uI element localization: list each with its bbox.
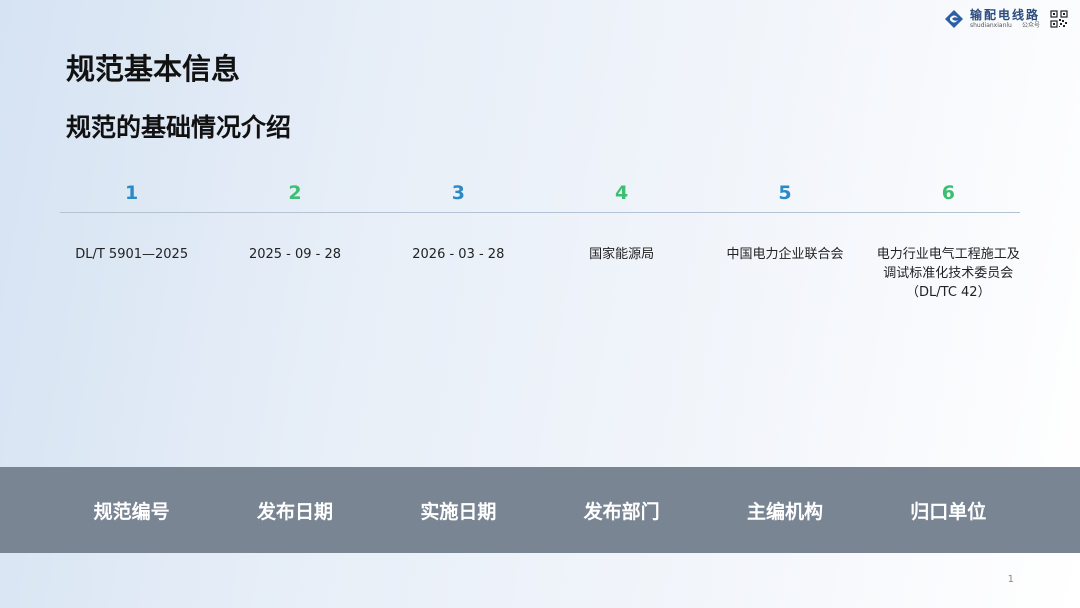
qr-code-icon	[1050, 10, 1068, 28]
step-numbers-row: 1 2 3 4 5 6	[50, 180, 1030, 206]
logo-name: 输配电线路	[969, 8, 1040, 22]
responsible-committee-value: 电力行业电气工程施工及调试标准化技术委员会（DL/TC 42）	[876, 247, 1020, 300]
logo-subtitle: shudianxianlu	[969, 22, 1012, 29]
publish-date-value: 2025 - 09 - 28	[248, 247, 342, 262]
page-subtitle: 规范的基础情况介绍	[66, 113, 292, 142]
issuing-department-value: 国家能源局	[589, 247, 655, 262]
effective-date-label: 实施日期	[420, 500, 497, 523]
step-number: 6	[941, 182, 955, 204]
step-number: 5	[778, 182, 792, 204]
divider-line	[60, 212, 1020, 213]
step-number: 4	[615, 182, 629, 204]
logo-tag: 公众号	[1021, 22, 1040, 29]
issuing-department-label: 发布部门	[583, 500, 660, 523]
page-title: 规范基本信息	[66, 52, 241, 86]
step-number: 2	[288, 182, 302, 204]
info-labels-row: 规范编号 发布日期 实施日期 发布部门 主编机构 归口单位	[50, 467, 1030, 553]
publish-date-label: 发布日期	[256, 500, 333, 523]
responsible-committee-label: 归口单位	[910, 500, 987, 523]
page-number: 1	[1007, 574, 1014, 585]
effective-date-value: 2026 - 03 - 28	[412, 247, 505, 262]
step-number: 3	[451, 182, 465, 204]
step-number: 1	[125, 182, 139, 204]
standard-number-value: DL/T 5901—2025	[75, 247, 189, 262]
editing-organization-label: 主编机构	[746, 500, 823, 523]
info-values-row: DL/T 5901—2025 2025 - 09 - 28 2026 - 03 …	[50, 245, 1030, 302]
brand-logo: 输配电线路 shudianxianlu 公众号	[944, 9, 1068, 29]
standard-number-label: 规范编号	[93, 500, 170, 523]
logo-mark-icon	[944, 10, 963, 28]
editing-organization-value: 中国电力企业联合会	[726, 247, 844, 262]
